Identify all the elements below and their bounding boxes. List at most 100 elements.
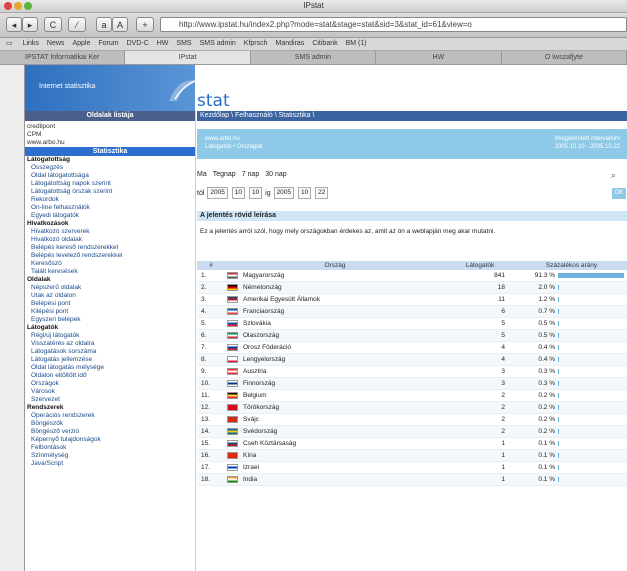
sidebar-link[interactable]: Felbontások [25,444,195,452]
sidebar-link[interactable]: Összegzés [25,164,195,172]
sidebar-link[interactable]: Városok [25,388,195,396]
back-button[interactable]: ◂ [6,17,22,32]
bookmarks-icon[interactable]: ▭ [6,38,13,50]
reload-button[interactable]: C [44,17,62,32]
sidebar-link[interactable]: Oldal látogatás mélysége [25,364,195,372]
sidebar-link[interactable]: Belépési pont [25,300,195,308]
sidebar-link[interactable]: Belépés kereső rendszerekkel [25,244,195,252]
bookmark-item[interactable]: Forum [98,38,118,50]
browser-tab[interactable]: O Iwszafjyte [502,51,627,64]
sidebar-link[interactable]: Belépés levelező rendszerekkel [25,252,195,260]
bookmark-item[interactable]: HW [157,38,169,50]
magnifier-icon[interactable]: ⌕ [611,169,616,181]
sidebar-link[interactable]: Látogatottság napok szerint [25,180,195,188]
bookmark-item[interactable]: DVD-C [127,38,149,50]
range-option[interactable]: Tegnap [213,171,236,178]
row-country[interactable]: Svájc [243,416,259,423]
browser-tab[interactable]: HW [376,51,502,64]
sidebar-link[interactable]: Régi/új látogatók [25,332,195,340]
bookmark-item[interactable]: News [47,38,65,50]
bookmark-item[interactable]: Citibank [312,38,337,50]
row-country[interactable]: Orosz Föderáció [243,344,291,351]
row-country[interactable]: Olaszország [243,332,279,339]
col-visits[interactable]: Látogatók [445,261,515,270]
sidebar-link[interactable]: Böngésző verzió [25,428,195,436]
range-option[interactable]: Ma [197,171,207,178]
sidebar-link[interactable]: Képernyő tulajdonságok [25,436,195,444]
sidebar-link[interactable]: Kilépési pont [25,308,195,316]
row-country[interactable]: Cseh Köztársaság [243,440,296,447]
sidebar-link[interactable]: Országok [25,380,195,388]
sidebar-link[interactable]: Böngészők [25,420,195,428]
country-flag-icon [227,475,238,483]
sidebar-link[interactable]: Egyedi látogatók [25,212,195,220]
sidebar-item-statistics[interactable]: Statisztika [25,147,195,156]
browser-tab[interactable]: IPstat [125,51,251,64]
row-country[interactable]: India [243,476,257,483]
row-country[interactable]: Szlovákia [243,320,271,327]
row-country[interactable]: Kína [243,452,256,459]
bookmark-item[interactable]: Kfprsch [244,38,268,50]
forward-button[interactable]: ▸ [22,17,38,32]
bookmark-item[interactable]: SMS [176,38,191,50]
row-country[interactable]: Franciaország [243,308,284,315]
sidebar-site-item[interactable]: CPM [25,131,195,139]
sidebar-link[interactable]: Látogatás jellemzése [25,356,195,364]
ok-button[interactable]: OK [612,188,626,199]
range-option[interactable]: 30 nap [265,171,286,178]
sidebar-link[interactable]: Látogatottság órszak szerint [25,188,195,196]
sidebar-link[interactable]: Operációs rendszerek [25,412,195,420]
row-country[interactable]: Svédország [243,428,277,435]
sidebar-link[interactable]: Oldal látogatottsága [25,172,195,180]
sidebar-link[interactable]: Népszerű oldalak [25,284,195,292]
bookmark-item[interactable]: Mandiras [276,38,305,50]
sidebar-link[interactable]: Oldalon eltöltött idő [25,372,195,380]
row-country[interactable]: Ausztria [243,368,266,375]
row-country[interactable]: Belgium [243,392,266,399]
sidebar-link[interactable]: Látogatások sorszáma [25,348,195,356]
bookmark-item[interactable]: BM (1) [346,38,367,50]
row-country[interactable]: Törökország [243,404,279,411]
row-country[interactable]: Magyarország [243,272,284,279]
row-country[interactable]: Finnország [243,380,275,387]
sidebar-link[interactable]: Egyszeri belépek [25,316,195,324]
browser-tab[interactable]: SMS admin [251,51,377,64]
date-to-month[interactable]: 10 [297,187,312,200]
bookmark-item[interactable]: Apple [72,38,90,50]
breadcrumb[interactable]: Kezdőlap \ Felhasználó \ Statisztika \ [197,111,627,121]
col-share[interactable]: Százalékos arány [515,261,627,270]
col-country[interactable]: Ország [225,261,445,270]
row-country[interactable]: Izrael [243,464,259,471]
sidebar-site-item[interactable]: credilpont [25,123,195,131]
sidebar-link[interactable]: Talált keresések [25,268,195,276]
date-to-year[interactable]: 2005 [273,187,295,200]
bookmark-item[interactable]: Links [23,38,39,50]
tools-button[interactable]: ⁄ [68,17,86,32]
bookmark-item[interactable]: SMS admin [200,38,236,50]
date-from-year[interactable]: 2005 [207,187,228,200]
sidebar-link[interactable]: Utak az oldalon [25,292,195,300]
row-country[interactable]: Amerikai Egyesült Államok [243,296,320,303]
date-from-day[interactable]: 10 [248,187,263,200]
date-to-day[interactable]: 22 [315,187,329,200]
sidebar-link[interactable]: Hivatkozó oldalak [25,236,195,244]
browser-tab[interactable]: IPSTAT Informatikai Ker [0,51,126,64]
sidebar-link[interactable]: Visszatérés az oldalra [25,340,195,348]
date-from-month[interactable]: 10 [231,187,246,200]
row-country[interactable]: Németország [243,284,282,291]
sidebar-link[interactable]: Java/Script [25,460,195,468]
sidebar-link[interactable]: Hivatkozó szerverek [25,228,195,236]
sidebar-link[interactable]: Színmélység [25,452,195,460]
sidebar-link[interactable]: Keresőszó [25,260,195,268]
report-description: Ez a jelentés arról szól, hogy mely orsz… [200,228,496,235]
range-option[interactable]: 7 nap [242,171,260,178]
font-smaller-button[interactable]: a [96,17,112,32]
address-bar[interactable]: http://www.ipstat.hu/index2.php?mode=sta… [160,17,627,32]
font-larger-button[interactable]: A [112,17,128,32]
add-bookmark-button[interactable]: + [136,17,154,32]
sidebar-link[interactable]: Szervezet [25,396,195,404]
row-country[interactable]: Lengyelország [243,356,285,363]
sidebar-site-item[interactable]: www.arbo.hu [25,139,195,147]
sidebar-link[interactable]: Rekordok [25,196,195,204]
sidebar-link[interactable]: On-line felhasználók [25,204,195,212]
